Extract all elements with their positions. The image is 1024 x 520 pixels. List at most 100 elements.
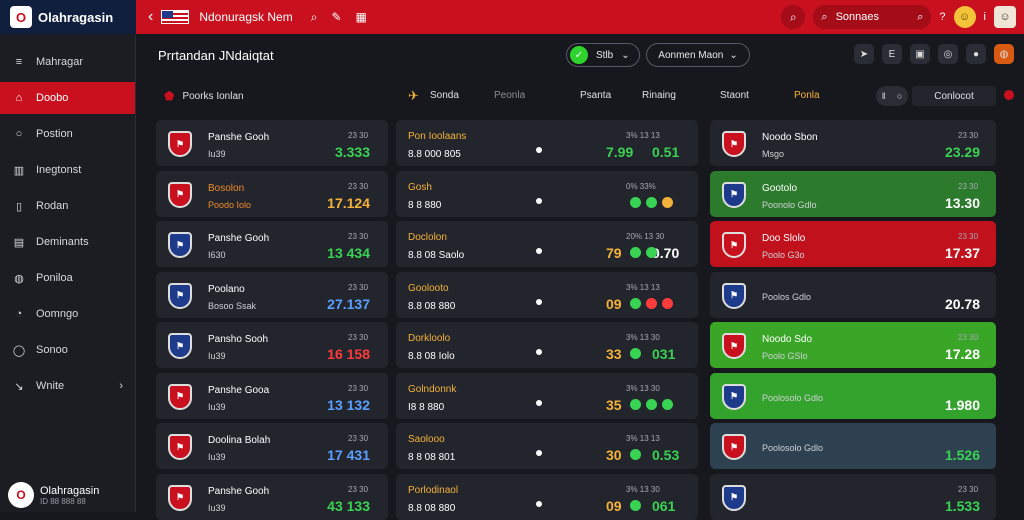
share-icon[interactable]: ◎ (938, 44, 958, 64)
sidebar-item-6[interactable]: ▤ Deminants (0, 226, 135, 258)
live-toggle[interactable]: ✓ Stlb ⌄ (566, 43, 640, 67)
sidebar-item-10[interactable]: ↘ Wnite › (0, 370, 135, 402)
status-dot-icon (630, 398, 641, 410)
settings-icon[interactable]: ◍ (994, 44, 1014, 64)
sidebar-item-5[interactable]: ▯ Rodan (0, 190, 135, 222)
search-icon[interactable]: ⌕ (311, 10, 318, 25)
score-right[interactable]: 0.51 (652, 144, 679, 160)
brand[interactable]: O Olahragasin (0, 0, 136, 34)
event-card[interactable]: Goolooto 8.8 08 880 3% 13 13 09 (396, 271, 698, 318)
notification-icon[interactable]: ? (939, 11, 945, 23)
sidebar-user[interactable]: O Olahragasin ID 88 888 88 (8, 482, 99, 508)
featured-card[interactable]: ⚑ Poolosolo Gdlo 1.980 (710, 372, 996, 419)
search-input[interactable]: ⌕ Sonnaes ⌕ (813, 5, 932, 29)
score-left[interactable]: 7.99 (606, 144, 633, 160)
score-left[interactable]: 09 (606, 296, 622, 312)
event-card[interactable]: Porlodinaol 8.8 08 880 3% 13 30 09 061 (396, 473, 698, 520)
score-right[interactable]: 0.53 (652, 447, 679, 463)
mode-dropdown[interactable]: Aonmen Maon ⌄ (646, 43, 750, 67)
match-card[interactable]: ⚑ Poolano Bosoo Ssak 23 30 27.137 (156, 271, 388, 318)
score-left[interactable]: 79 (606, 245, 622, 261)
odds-value[interactable]: 1.533 (945, 498, 980, 514)
odds-value[interactable]: 16 158 (327, 346, 370, 362)
event-detail: 8.8 000 805 (408, 149, 461, 160)
team-crest-icon: ⚑ (722, 232, 746, 258)
tab-2[interactable]: Peonla (494, 90, 525, 101)
event-card[interactable]: Saolooo 8 8 08 801 3% 13 13 30 0.53 (396, 423, 698, 469)
camera-icon[interactable]: ▣ (910, 44, 930, 64)
score-right[interactable]: 061 (652, 498, 675, 514)
odds-value[interactable]: 27.137 (327, 296, 370, 312)
score-left[interactable]: 30 (606, 447, 622, 463)
odds-value[interactable]: 20.78 (945, 296, 980, 312)
event-card[interactable]: Pon Ioolaans 8.8 000 805 3% 13 13 7.99 0.51 (396, 120, 698, 166)
odds-value[interactable]: 17.28 (945, 346, 980, 362)
match-card[interactable]: ⚑ Panshe Gooh Iu39 23 30 3.333 (156, 120, 388, 166)
tab-3[interactable]: Psanta (580, 90, 611, 101)
featured-card[interactable]: ⚑ Doo Slolo Poolo G3o 23 30 17.37 (710, 221, 996, 267)
odds-label: 3% 13 13 (626, 434, 660, 443)
search-button[interactable]: ⌕ (781, 5, 806, 29)
match-card[interactable]: ⚑ Doolina Bolah Iu39 23 30 17 431 (156, 423, 388, 469)
score-right[interactable]: 031 (652, 346, 675, 362)
avatar[interactable]: ☺ (953, 6, 976, 28)
user-icon[interactable]: ● (966, 44, 986, 64)
match-card[interactable]: ⚑ Panshe Gooa Iu39 23 30 13 132 (156, 372, 388, 419)
odds-label: 23 30 (348, 383, 369, 393)
odds-value[interactable]: 1.526 (945, 447, 980, 463)
score-left[interactable]: 09 (606, 498, 622, 514)
featured-card[interactable]: ⚑ Gootolo Poonolo Gdlo 23 30 13.30 (710, 170, 996, 217)
info-icon[interactable]: i (984, 11, 986, 23)
odds-value[interactable]: 17.124 (327, 195, 370, 211)
match-card[interactable]: ⚑ Bosolon Poodo Iolo 23 30 17.124 (156, 170, 388, 217)
profile-avatar[interactable]: ☺ (994, 6, 1016, 28)
sort-combo[interactable]: Conlocot (912, 86, 996, 106)
odds-value[interactable]: 13 132 (327, 397, 370, 413)
match-card[interactable]: ⚑ Panshe Gooh I630 23 30 13 434 (156, 221, 388, 267)
event-card[interactable]: Dorkloolo 8.8 08 Iolo 3% 13 30 33 031 (396, 322, 698, 368)
team-crest-icon: ⚑ (722, 282, 746, 309)
featured-card[interactable]: ⚑ Noodo Sbon Msgo 23 30 23.29 (710, 120, 996, 166)
letter-icon[interactable]: E (882, 44, 902, 64)
tab-4[interactable]: Rinaing (642, 90, 676, 101)
back-chevron-icon[interactable]: ‹ (148, 8, 153, 26)
event-card[interactable]: Gosh 8 8 880 0% 33% (396, 170, 698, 217)
odds-value[interactable]: 13.30 (945, 195, 980, 211)
score-left[interactable]: 33 (606, 346, 622, 362)
odds-value[interactable]: 3.333 (335, 144, 370, 160)
featured-card[interactable]: ⚑ Poolosolo Gdlo 1.526 (710, 423, 996, 469)
grid-icon[interactable]: ▦ (356, 10, 367, 25)
pin-icon[interactable]: ➤ (854, 44, 874, 64)
team-subtitle: Poodo Iolo (208, 199, 252, 210)
odds-value[interactable]: 23.29 (945, 144, 980, 160)
score-left[interactable]: 35 (606, 397, 622, 413)
odds-value[interactable]: 17.37 (945, 245, 980, 261)
sidebar-item-2[interactable]: ⌂ Doobo (0, 82, 135, 114)
event-card[interactable]: Golndonnk I8 8 880 3% 13 30 35 (396, 372, 698, 419)
sidebar-item-label: Oomngo (36, 308, 79, 320)
view-toggle[interactable]: ‖ ○ (876, 86, 908, 106)
status-dot-icon (630, 348, 641, 359)
more-icon[interactable] (1004, 90, 1014, 100)
tab-5[interactable]: Staont (720, 90, 749, 101)
pen-icon[interactable]: ✎ (331, 10, 341, 25)
odds-value[interactable]: 17 431 (327, 447, 370, 463)
sidebar-item-1[interactable]: ≡ Mahragar (0, 46, 135, 78)
sidebar-item-8[interactable]: ◔ Oomngo (0, 298, 135, 330)
sidebar-item-3[interactable]: ○ Postion (0, 118, 135, 150)
sidebar-item-9[interactable]: ◯ Sonoo (0, 334, 135, 366)
sidebar-item-4[interactable]: ▥ Inegtonst (0, 154, 135, 186)
match-card[interactable]: ⚑ Pansho Sooh Iu39 23 30 16 158 (156, 322, 388, 368)
match-card[interactable]: ⚑ Panshe Gooh Iu39 23 30 43 133 (156, 473, 388, 520)
sidebar-item-7[interactable]: ◍ Poniloa (0, 262, 135, 294)
featured-card[interactable]: ⚑ Poolos Gdlo 20.78 (710, 271, 996, 318)
odds-value[interactable]: 43 133 (327, 498, 370, 514)
featured-card[interactable]: ⚑ 23 30 1.533 (710, 473, 996, 520)
featured-card[interactable]: ⚑ Noodo Sdo Poolo GSlo 23 30 17.28 (710, 322, 996, 368)
odds-value[interactable]: 13 434 (327, 245, 370, 261)
event-card[interactable]: Doclolon 8.8 08 Saolo 20% 13 30 79 0.70 (396, 221, 698, 267)
odds-label: 23 30 (958, 131, 979, 140)
tab-6[interactable]: Ponla (794, 90, 820, 101)
odds-value[interactable]: 1.980 (945, 397, 980, 413)
tab-1[interactable]: Sonda (430, 90, 459, 101)
